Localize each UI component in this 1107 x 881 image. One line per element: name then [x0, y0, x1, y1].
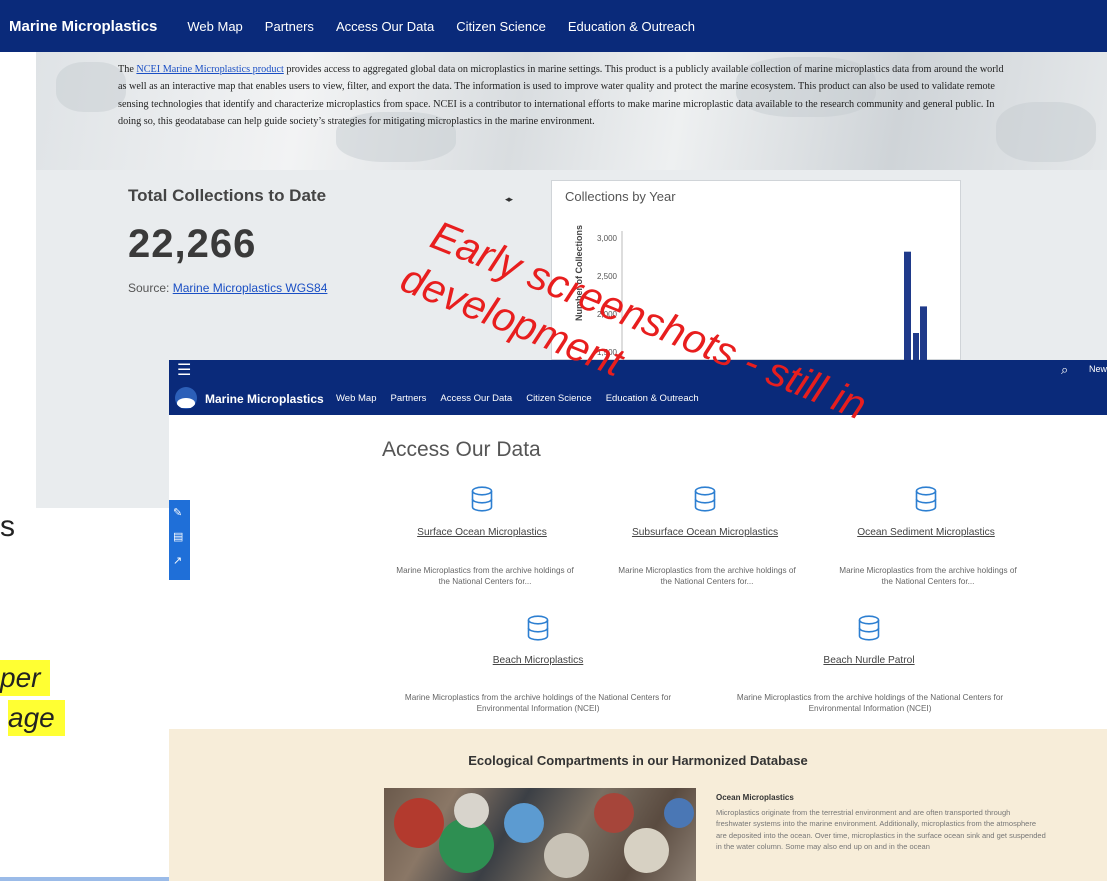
y-axis-label: Number of Collections	[574, 225, 584, 321]
chart-bar[interactable]	[913, 333, 919, 361]
highlighted-text-age: age	[8, 700, 65, 736]
back-nav-access-our-data[interactable]: Access Our Data	[336, 19, 434, 34]
total-collections-source: Source: Marine Microplastics WGS84	[128, 281, 328, 295]
front-nav-tabs: Web Map Partners Access Our Data Citizen…	[336, 393, 713, 404]
chart-bar[interactable]	[920, 306, 927, 361]
back-nav-education-outreach[interactable]: Education & Outreach	[568, 19, 695, 34]
hero-banner: The NCEI Marine Microplastics product pr…	[36, 52, 1107, 170]
database-icon[interactable]	[858, 615, 880, 641]
back-brand-link[interactable]: Marine Microplastics	[9, 18, 157, 35]
microplastics-photo	[384, 788, 696, 881]
back-nav-partners[interactable]: Partners	[265, 19, 314, 34]
database-icon[interactable]	[471, 486, 493, 512]
front-screenshot: ☰ ⌕ New Marine Microplastics Web Map Par…	[169, 360, 1107, 881]
side-toolbar: ✎ ▤ ↗	[169, 500, 190, 580]
noaa-logo-icon	[175, 387, 197, 409]
front-navbar: ☰ ⌕ New Marine Microplastics Web Map Par…	[169, 360, 1107, 415]
database-icon[interactable]	[694, 486, 716, 512]
total-collections-card: Total Collections to Date 22,266 Source:…	[128, 186, 327, 295]
dataset-desc-ocean-sediment: Marine Microplastics from the archive ho…	[839, 566, 1017, 586]
y-tick-label: 2,500	[597, 272, 618, 281]
back-nav-web-map[interactable]: Web Map	[187, 19, 242, 34]
database-icon[interactable]	[527, 615, 549, 641]
front-tab-partners[interactable]: Partners	[390, 393, 426, 404]
new-button[interactable]: New	[1089, 364, 1107, 374]
front-tab-education-outreach[interactable]: Education & Outreach	[606, 393, 699, 404]
swap-arrows-icon[interactable]: ◂▸	[505, 194, 513, 205]
total-collections-value: 22,266	[128, 222, 257, 266]
dataset-desc-beach-nurdle-patrol: Marine Microplastics from the archive ho…	[736, 693, 1004, 713]
layout-icon[interactable]: ▤	[173, 530, 183, 543]
back-navbar: Marine Microplastics Web Map Partners Ac…	[0, 0, 1107, 52]
dataset-link-beach-nurdle-patrol[interactable]: Beach Nurdle Patrol	[823, 655, 914, 666]
edit-icon[interactable]: ✎	[173, 506, 182, 519]
share-icon[interactable]: ↗	[173, 554, 182, 567]
eco-section-title: Ecological Compartments in our Harmonize…	[468, 753, 808, 768]
y-tick-label: 1,500	[597, 348, 618, 357]
dataset-desc-subsurface-ocean: Marine Microplastics from the archive ho…	[618, 566, 796, 586]
hero-description: The NCEI Marine Microplastics product pr…	[118, 64, 1004, 128]
dataset-desc-surface-ocean: Marine Microplastics from the archive ho…	[396, 566, 574, 586]
front-tab-citizen-science[interactable]: Citizen Science	[526, 393, 591, 404]
back-nav-citizen-science[interactable]: Citizen Science	[456, 19, 546, 34]
source-link[interactable]: Marine Microplastics WGS84	[173, 281, 328, 295]
hamburger-menu-icon[interactable]: ☰	[177, 363, 191, 379]
y-tick-label: 3,000	[597, 234, 618, 243]
chart-bar[interactable]	[904, 251, 911, 361]
front-tab-access-our-data[interactable]: Access Our Data	[440, 393, 512, 404]
eco-description: Microplastics originate from the terrest…	[716, 808, 1046, 852]
eco-subtitle: Ocean Microplastics	[716, 793, 794, 802]
dataset-link-surface-ocean[interactable]: Surface Ocean Microplastics	[417, 527, 547, 538]
highlighted-text-per: per	[0, 660, 51, 696]
dataset-desc-beach: Marine Microplastics from the archive ho…	[404, 693, 672, 713]
front-tab-web-map[interactable]: Web Map	[336, 393, 376, 404]
ncei-product-link[interactable]: NCEI Marine Microplastics product	[136, 64, 283, 75]
dataset-link-ocean-sediment[interactable]: Ocean Sediment Microplastics	[857, 527, 995, 538]
cropped-text-s: s	[0, 510, 15, 543]
ecological-compartments-section: Ecological Compartments in our Harmonize…	[169, 729, 1107, 881]
front-brand-link[interactable]: Marine Microplastics	[205, 392, 324, 406]
y-tick-label: 2,000	[597, 310, 618, 319]
search-icon[interactable]: ⌕	[1061, 362, 1068, 378]
dataset-link-subsurface-ocean[interactable]: Subsurface Ocean Microplastics	[632, 527, 778, 538]
collections-by-year-chart: Collections by Year 1,0001,5002,0002,500…	[551, 180, 961, 361]
access-our-data-heading: Access Our Data	[382, 438, 541, 461]
total-collections-title: Total Collections to Date	[128, 186, 327, 205]
chart-plot: 1,0001,5002,0002,5003,000Number of Colle…	[574, 225, 927, 361]
database-icon[interactable]	[915, 486, 937, 512]
bottom-stripe	[0, 877, 170, 881]
dataset-link-beach[interactable]: Beach Microplastics	[493, 655, 584, 666]
